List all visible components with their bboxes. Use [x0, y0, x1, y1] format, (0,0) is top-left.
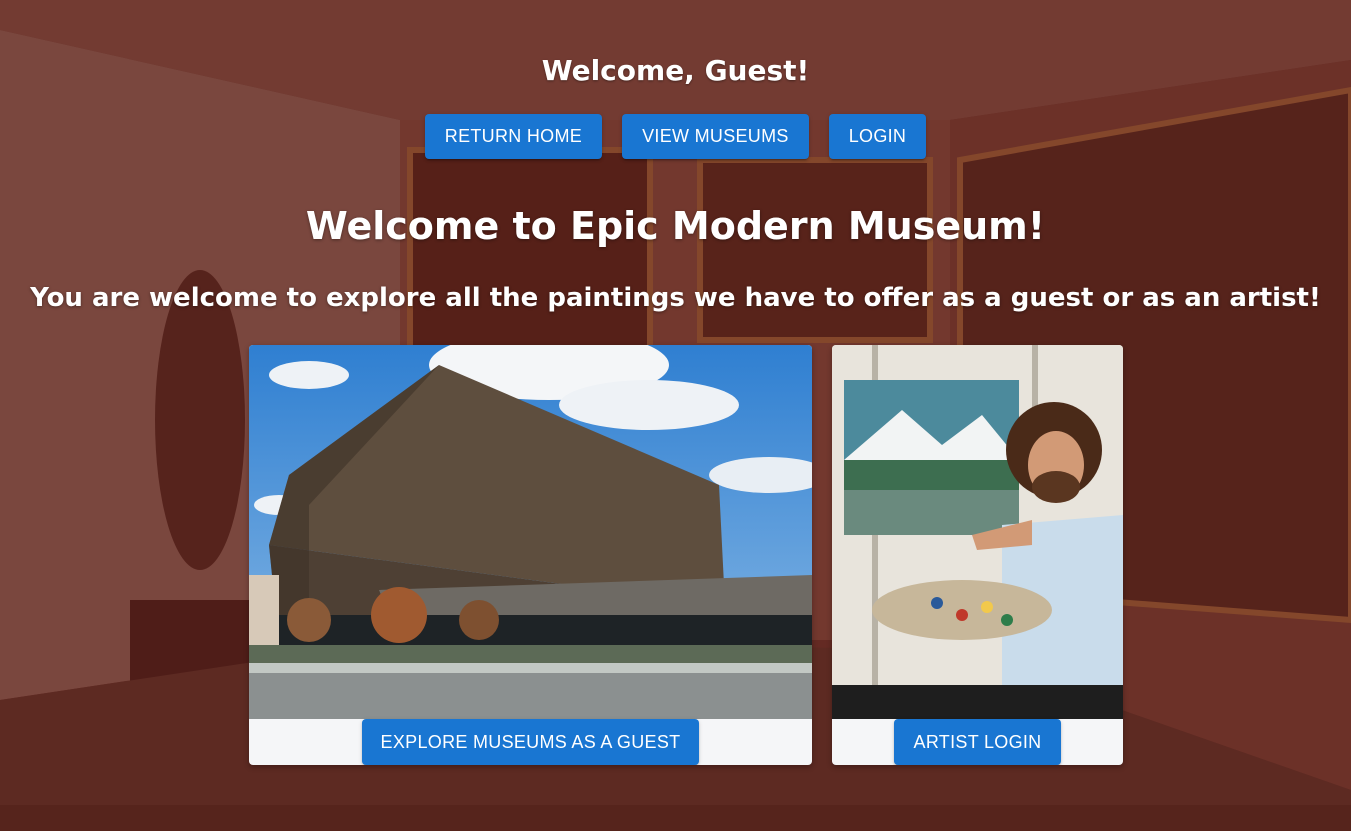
guest-greeting: Welcome, Guest! — [541, 54, 810, 87]
artist-card: ARTIST LOGIN — [832, 345, 1123, 765]
explore-as-guest-button[interactable]: EXPLORE MUSEUMS AS A GUEST — [362, 719, 699, 765]
login-button[interactable]: LOGIN — [828, 114, 927, 159]
artist-login-button[interactable]: ARTIST LOGIN — [894, 719, 1061, 765]
top-navigation: RETURN HOME VIEW MUSEUMS LOGIN — [0, 114, 1351, 159]
artist-painting-image — [832, 345, 1123, 719]
museum-building-image — [249, 345, 812, 719]
view-museums-button[interactable]: VIEW MUSEUMS — [622, 114, 809, 159]
return-home-button[interactable]: RETURN HOME — [424, 114, 603, 159]
guest-card: EXPLORE MUSEUMS AS A GUEST — [249, 345, 812, 765]
page-subtitle: You are welcome to explore all the paint… — [30, 283, 1321, 313]
page-title: Welcome to Epic Modern Museum! — [305, 204, 1046, 248]
